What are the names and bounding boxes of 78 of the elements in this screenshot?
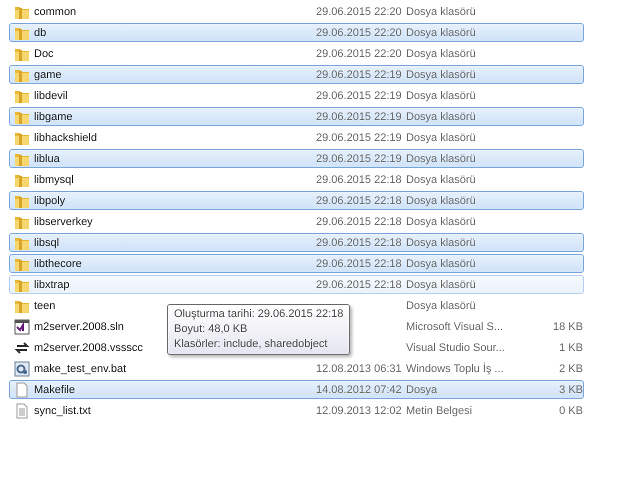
file-type: Dosya klasörü [406,68,477,80]
file-type: Dosya klasörü [406,6,477,18]
modified-date: 14.08.2012 07:42 [316,384,402,396]
modified-date: 29.06.2015 22:20 [316,48,402,60]
tooltip-line: Klasörler: include, sharedobject [174,337,328,352]
file-type: Windows Toplu İş ... [406,362,505,374]
file-name: game [34,68,62,80]
file-name: liblua [34,152,60,164]
modified-date: 29.06.2015 22:20 [316,6,402,18]
file-size: 1 KB [559,342,583,354]
file-size: 2 KB [559,362,583,374]
file-name: libxtrap [34,278,70,290]
file-name: db [34,26,46,38]
file-name: Makefile [34,384,75,396]
file-name: libpoly [34,194,66,206]
modified-date: 29.06.2015 22:18 [316,174,402,186]
file-name: make_test_env.bat [34,362,126,374]
modified-date: 29.06.2015 22:18 [316,236,402,248]
modified-date: 29.06.2015 22:19 [316,110,402,122]
modified-date: 29.06.2015 22:18 [316,216,402,228]
file-type: Dosya klasörü [406,236,477,248]
file-name: common [34,6,76,18]
file-row[interactable]: liblua 29.06.2015 22:19 Dosya klasörü [9,149,584,168]
file-type: Dosya klasörü [406,194,477,206]
file-type: Dosya klasörü [406,174,477,186]
file-name: teen [34,300,56,312]
file-size: 3 KB [559,384,583,396]
modified-date: 29.06.2015 22:20 [316,26,402,38]
file-name: libsql [34,236,60,248]
file-row[interactable]: libxtrap 29.06.2015 22:18 Dosya klasörü [9,275,584,294]
file-type: Dosya klasörü [406,26,477,38]
file-name: m2server.2008.sln [34,320,124,332]
visual-studio-icon [14,318,30,334]
file-name: sync_list.txt [34,404,91,416]
file-type: Dosya klasörü [406,258,477,270]
modified-date: 29.06.2015 22:19 [316,90,402,102]
file-row[interactable]: libsql 29.06.2015 22:18 Dosya klasörü [9,233,584,252]
modified-date: 29.06.2015 22:19 [316,152,402,164]
file-type: Dosya klasörü [406,132,477,144]
file-type: Dosya klasörü [406,152,477,164]
file-type: Metin Belgesi [406,404,474,416]
file-name: libserverkey [34,216,93,228]
file-type: Dosya klasörü [406,216,477,228]
file-type: Dosya klasörü [406,278,477,290]
file-row[interactable]: game 29.06.2015 22:19 Dosya klasörü [9,65,584,84]
file-type: Dosya [406,384,438,396]
modified-date: 12.08.2013 06:31 [316,362,402,374]
blank-file-icon [14,382,30,398]
modified-date: 12.09.2013 12:02 [316,404,402,416]
file-row[interactable]: libthecore 29.06.2015 22:18 Dosya klasörü [9,254,584,273]
modified-date: 29.06.2015 22:18 [316,278,402,290]
file-type: Dosya klasörü [406,110,477,122]
file-size: 18 KB [553,320,583,332]
file-name: libmysql [34,174,74,186]
file-name: libdevil [34,90,68,102]
modified-date: 29.06.2015 22:18 [316,194,402,206]
modified-date: 29.06.2015 22:18 [316,258,402,270]
file-name: libgame [34,110,73,122]
file-type: Dosya klasörü [406,300,477,312]
file-name: libhackshield [34,132,97,144]
file-type: Dosya klasörü [406,90,477,102]
file-row[interactable]: Makefile 14.08.2012 07:42 Dosya 3 KB [9,380,584,399]
file-size: 0 KB [559,404,583,416]
tooltip-line: Oluşturma tarihi: 29.06.2015 22:18 [174,307,344,322]
file-type: Dosya klasörü [406,48,477,60]
file-row[interactable]: libgame 29.06.2015 22:19 Dosya klasörü [9,107,584,126]
modified-date: 29.06.2015 22:19 [316,132,402,144]
sync-arrows-icon [14,340,30,356]
file-name: m2server.2008.vssscc [34,342,143,354]
tooltip-line: Boyut: 48,0 KB [174,322,248,337]
file-row[interactable]: libpoly 29.06.2015 22:18 Dosya klasörü [9,191,584,210]
file-type: Microsoft Visual S... [406,320,504,332]
file-name: libthecore [34,258,82,270]
file-name: Doc [34,48,54,60]
text-file-icon [14,402,30,418]
modified-date: 29.06.2015 22:19 [316,68,402,80]
file-row[interactable]: db 29.06.2015 22:20 Dosya klasörü [9,23,584,42]
file-type: Visual Studio Sour... [406,342,506,354]
